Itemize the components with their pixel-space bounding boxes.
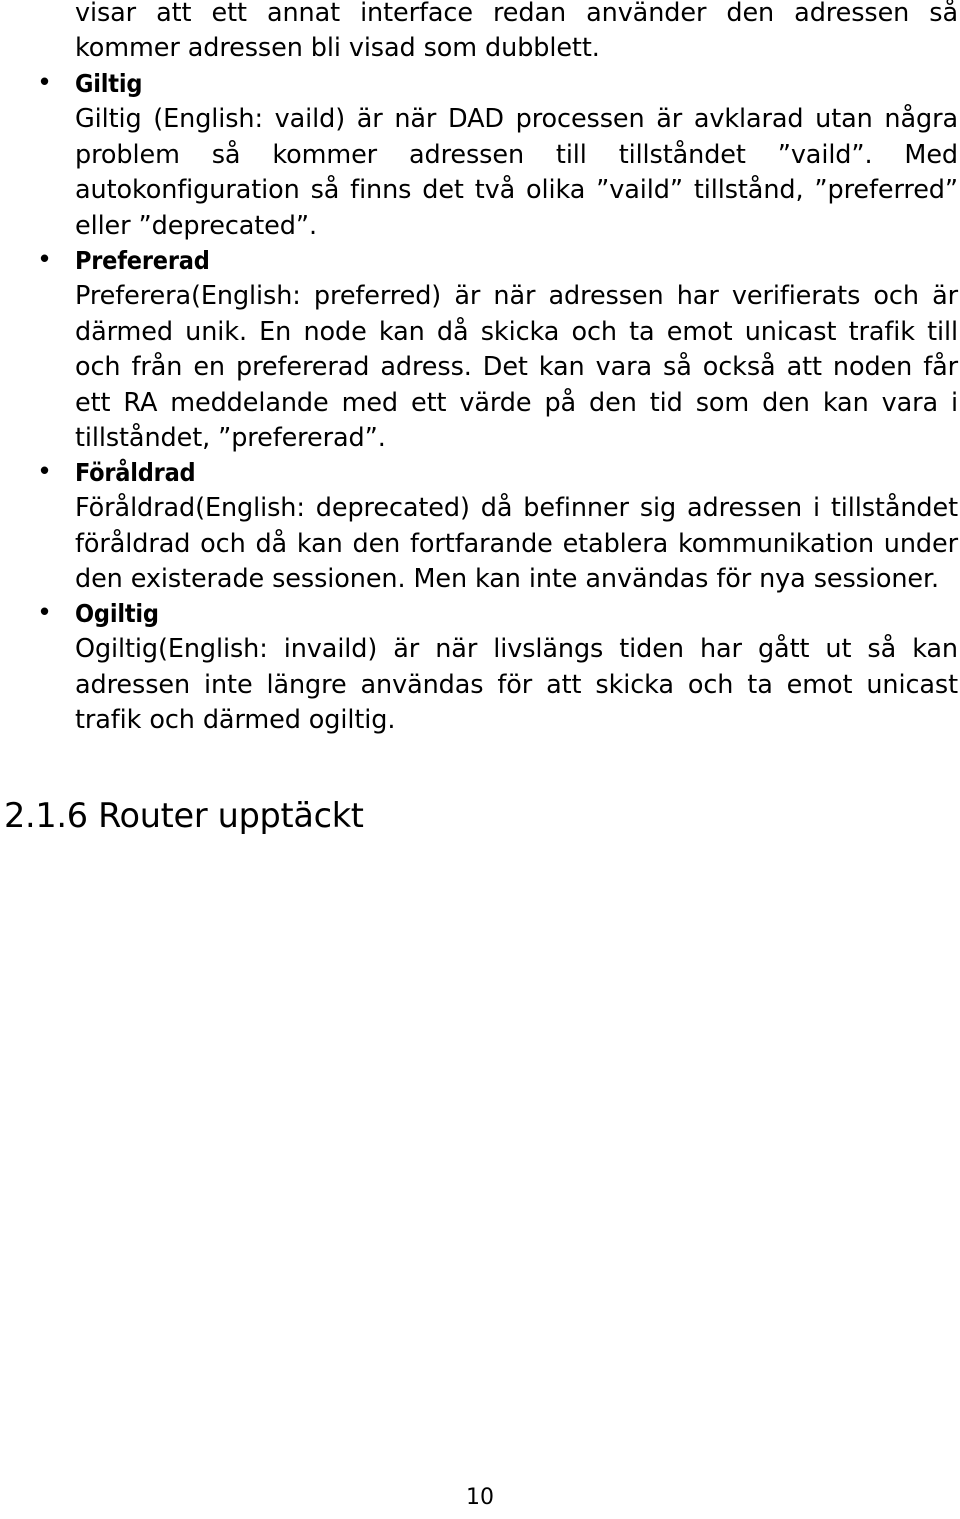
intro-paragraph-block: visar att ett annat interface redan anvä… xyxy=(0,0,960,67)
bullet-label-ogiltig: Ogiltig xyxy=(75,599,159,628)
bullet-label-giltig: Giltig xyxy=(75,69,143,98)
section-heading: 2.1.6 Router upptäckt xyxy=(4,796,364,835)
bullet-item-foraldrad: • Föråldrad Föråldrad(English: deprecate… xyxy=(0,455,960,598)
page-number: 10 xyxy=(466,1485,494,1510)
bullet-label-prefererad: Prefererad xyxy=(75,246,210,275)
bullet-heading-row: • Ogiltig xyxy=(0,596,960,632)
bullet-point-icon: • xyxy=(37,68,53,98)
bullet-body-giltig: Giltig (English: vaild) är när DAD proce… xyxy=(75,104,958,241)
bullet-heading-row: • Prefererad xyxy=(0,243,960,279)
bullet-point-icon: • xyxy=(37,457,53,487)
bullet-item-ogiltig: • Ogiltig Ogiltig(English: invaild) är n… xyxy=(0,596,960,739)
bullet-item-giltig: • Giltig Giltig (English: vaild) är när … xyxy=(0,66,960,244)
bullet-label-foraldrad: Föråldrad xyxy=(75,458,196,487)
bullet-body-ogiltig: Ogiltig(English: invaild) är när livslän… xyxy=(75,634,958,736)
bullet-item-prefererad: • Prefererad Preferera(English: preferre… xyxy=(0,243,960,456)
bullet-point-icon: • xyxy=(37,245,53,275)
intro-paragraph: visar att ett annat interface redan anvä… xyxy=(75,0,958,64)
document-page: visar att ett annat interface redan anvä… xyxy=(0,0,960,1519)
bullet-point-icon: • xyxy=(37,598,53,628)
bullet-body-prefererad: Preferera(English: preferred) är när adr… xyxy=(75,281,958,454)
bullet-heading-row: • Föråldrad xyxy=(0,455,960,491)
bullet-heading-row: • Giltig xyxy=(0,66,960,102)
bullet-body-foraldrad: Föråldrad(English: deprecated) då befinn… xyxy=(75,493,958,595)
